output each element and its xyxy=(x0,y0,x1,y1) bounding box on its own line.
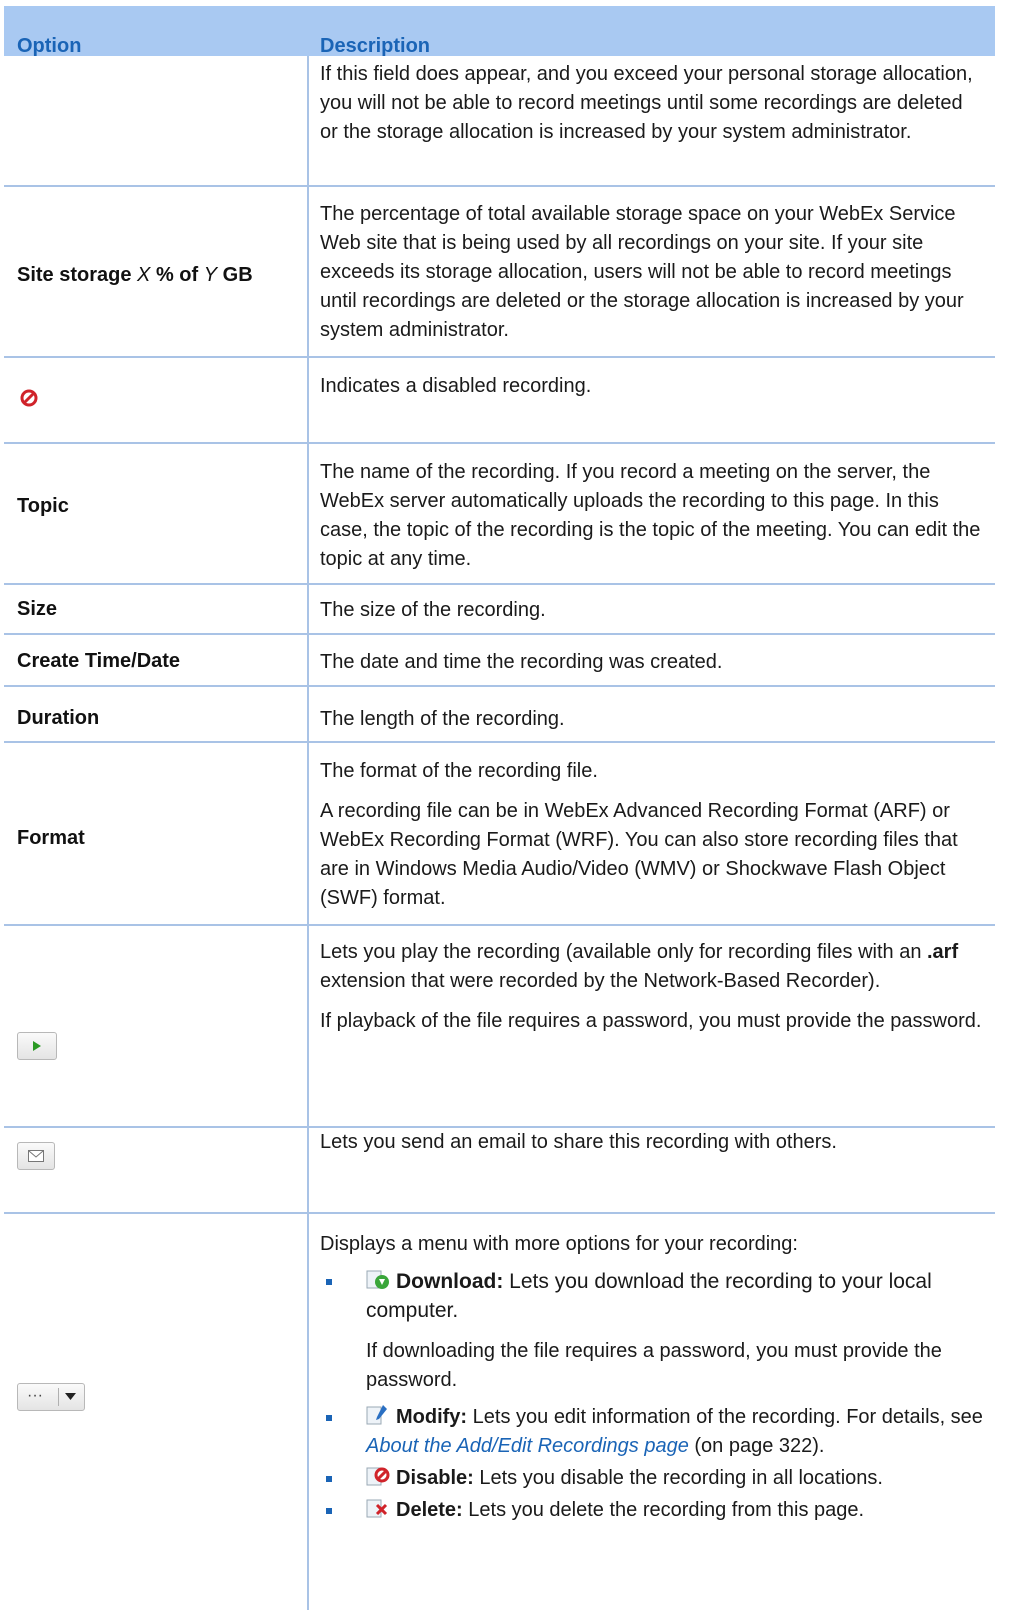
more-menu-button[interactable]: ··· xyxy=(17,1383,85,1411)
row-storage-continued-description: If this field does appear, and you excee… xyxy=(320,63,973,143)
size-description: The size of the recording. xyxy=(320,599,546,621)
disable-icon xyxy=(366,1465,390,1487)
site-storage-description: The percentage of total available storag… xyxy=(320,203,964,341)
topic-description: The name of the recording. If you record… xyxy=(320,461,981,570)
row-divider xyxy=(4,924,995,926)
play-icon xyxy=(33,1041,41,1051)
email-description: Lets you send an email to share this rec… xyxy=(320,1131,837,1153)
table-header: Option Description xyxy=(4,6,995,57)
more-icon: ··· xyxy=(27,1387,43,1404)
play-description: Lets you play the recording (available o… xyxy=(320,941,982,1032)
email-button[interactable] xyxy=(17,1142,55,1170)
option-duration: Duration xyxy=(17,707,100,729)
row-divider xyxy=(4,442,995,444)
row-divider xyxy=(4,633,995,635)
delete-icon xyxy=(366,1497,390,1519)
more-menu-separator xyxy=(58,1388,59,1406)
option-size: Size xyxy=(17,598,58,620)
option-site-storage: Site storage X % of Y GB xyxy=(17,264,253,286)
email-icon xyxy=(28,1150,44,1162)
disabled-icon xyxy=(20,389,38,407)
header-option: Option xyxy=(17,35,82,57)
row-divider xyxy=(4,583,995,585)
menu-item-download: Download: Lets you download the recordin… xyxy=(320,1267,985,1325)
duration-description: The length of the recording. xyxy=(320,708,565,730)
disabled-description: Indicates a disabled recording. xyxy=(320,375,592,397)
row-divider xyxy=(4,741,995,743)
download-note: If downloading the file requires a passw… xyxy=(366,1340,942,1391)
add-edit-recordings-link[interactable]: About the Add/Edit Recordings page xyxy=(366,1435,689,1457)
menu-item-delete: Delete: Lets you delete the recording fr… xyxy=(320,1496,985,1525)
modify-icon xyxy=(366,1404,390,1426)
menu-item-modify: Modify: Lets you edit information of the… xyxy=(320,1403,985,1461)
download-icon xyxy=(366,1269,390,1291)
option-create-time-date: Create Time/Date xyxy=(17,650,181,672)
option-format: Format xyxy=(17,827,85,849)
header-description: Description xyxy=(320,35,431,57)
format-description: The format of the recording file. A reco… xyxy=(320,760,958,909)
play-button[interactable] xyxy=(17,1032,57,1060)
column-divider xyxy=(307,56,309,1610)
chevron-down-icon xyxy=(65,1393,76,1400)
row-divider xyxy=(4,185,995,187)
menu-item-disable: Disable: Lets you disable the recording … xyxy=(320,1464,985,1493)
more-menu-description: Displays a menu with more options for yo… xyxy=(320,1230,985,1525)
row-divider xyxy=(4,685,995,687)
row-divider xyxy=(4,1212,995,1214)
option-topic: Topic xyxy=(17,495,69,517)
create-time-description: The date and time the recording was crea… xyxy=(320,651,723,673)
row-divider xyxy=(4,356,995,358)
